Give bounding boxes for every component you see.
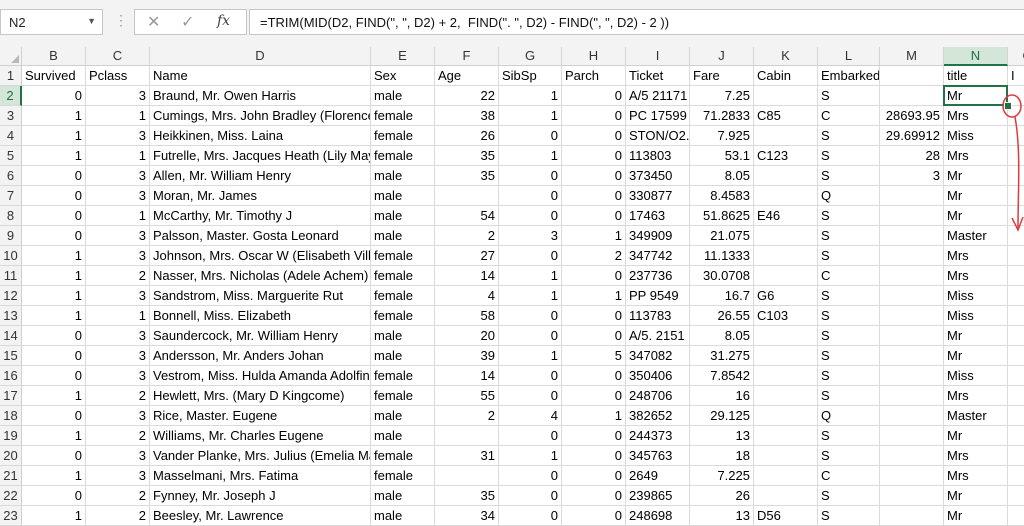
annotation-overlay	[1002, 94, 1024, 232]
annotation-circle	[1002, 94, 1022, 118]
annotation-arrow-line	[1014, 116, 1020, 229]
